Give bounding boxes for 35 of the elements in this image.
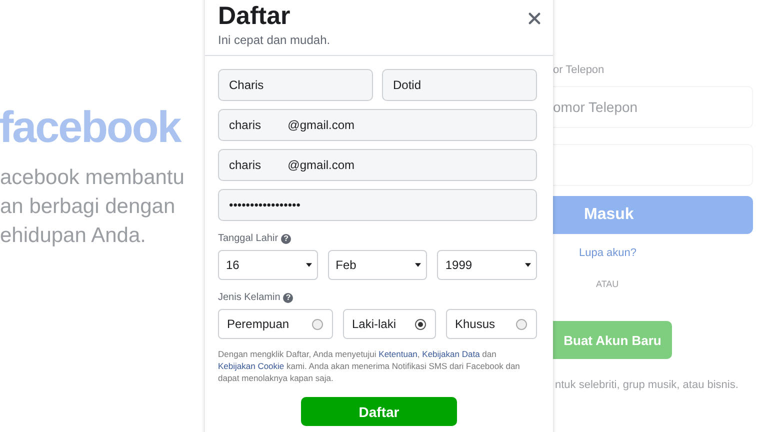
- gender-option-label: Perempuan: [227, 317, 290, 331]
- help-icon[interactable]: ?: [281, 234, 292, 244]
- gender-label: Jenis Kelamin: [218, 292, 280, 303]
- date-select[interactable]: 16: [218, 250, 318, 280]
- input-field[interactable]: charis @gmail.com: [218, 109, 537, 141]
- input-field[interactable]: •••••••••••••••••: [218, 189, 537, 221]
- date-select[interactable]: 1999: [437, 250, 538, 280]
- tagline-text: acebook membantu: [0, 165, 186, 191]
- dialog-title: Daftar: [218, 1, 292, 32]
- dialog-subtitle: Ini cepat dan mudah.: [218, 33, 330, 47]
- tagline-text: ehidupan Anda.: [0, 223, 147, 249]
- gender-option-label: Khusus: [455, 317, 496, 331]
- date-select[interactable]: Feb: [328, 250, 428, 280]
- gender-option-label: Laki-laki: [352, 317, 396, 331]
- radio-button[interactable]: [516, 318, 527, 330]
- help-icon[interactable]: ?: [283, 292, 294, 302]
- input-field[interactable]: charis @gmail.com: [218, 149, 537, 181]
- logo: facebook: [0, 103, 182, 153]
- caret-icon: [306, 263, 312, 267]
- radio-button[interactable]: [312, 318, 323, 330]
- radio-button[interactable]: [415, 318, 426, 330]
- tagline-text: an berbagi dengan: [0, 194, 176, 220]
- caret-icon: [415, 263, 422, 267]
- policy-link[interactable]: Kebijakan Cookie: [218, 361, 284, 371]
- birthday-label: Tanggal Lahir: [218, 233, 278, 244]
- terms-text: Dengan mengklik Daftar, Anda menyetujui Ketentuan, Kebijakan Data dan Kebijakan Cookie kami. Anda akan menerima Notifikasi SMS dari Facebook dan dapat menolaknya kapan saja.: [218, 348, 521, 384]
- name-field[interactable]: Dotid: [382, 69, 537, 101]
- close-icon[interactable]: [528, 12, 541, 25]
- policy-link[interactable]: Ketentuan: [378, 349, 418, 359]
- caret-icon: [525, 263, 532, 267]
- policy-link[interactable]: Kebijakan Data: [422, 349, 480, 359]
- divider-text: ATAU: [596, 279, 619, 289]
- page-text: ntuk selebriti, grup musik, atau bisnis.: [555, 379, 740, 391]
- phone-label: or Telepon: [553, 64, 606, 76]
- name-field[interactable]: Charis: [218, 69, 373, 101]
